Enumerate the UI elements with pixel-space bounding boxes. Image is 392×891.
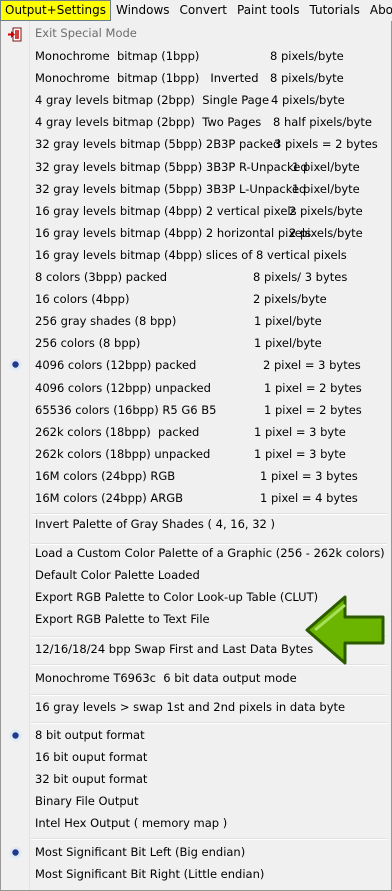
format-item[interactable]: 16M colors (24bpp) ARGB 1 pixel = 4 bytes bbox=[35, 488, 358, 508]
swap-first-last-item[interactable]: 12/16/18/24 bpp Swap First and Last Data… bbox=[35, 639, 313, 659]
format-item[interactable]: 32 gray levels bitmap (5bpp) 3B3P R-Unpa… bbox=[35, 157, 360, 177]
format-item[interactable]: 16M colors (24bpp) RGB 1 pixel = 3 bytes bbox=[35, 466, 358, 486]
format-bytes-info: 8 pixels/ 3 bytes bbox=[253, 270, 348, 284]
format-bytes-info: 8 half pixels/byte bbox=[273, 115, 372, 129]
menu-bar: Output+Settings Windows Convert Paint to… bbox=[0, 0, 392, 22]
format-bytes-info: 4 pixels/byte bbox=[271, 93, 345, 107]
format-bytes-info: 1 pixel = 3 byte bbox=[254, 425, 346, 439]
menu-tutorials[interactable]: Tutorials bbox=[304, 0, 364, 21]
format-bytes-info: 2 pixels/byte bbox=[289, 204, 363, 218]
format-label: 262k colors (18bpp) packed bbox=[35, 425, 200, 439]
format-item[interactable]: Monochrome bitmap (1bpp) 8 pixels/byte bbox=[35, 46, 344, 66]
format-item[interactable]: 262k colors (18bpp) unpacked 1 pixel = 3 … bbox=[35, 444, 346, 464]
separator bbox=[31, 838, 387, 840]
format-label: 65536 colors (16bpp) R5 G6 B5 bbox=[35, 403, 217, 417]
format-item[interactable]: 4096 colors (12bpp) packed 2 pixel = 3 by… bbox=[35, 355, 361, 375]
format-label: Monochrome bitmap (1bpp) bbox=[35, 49, 200, 63]
menu-icon-gutter bbox=[1, 21, 30, 890]
format-item[interactable]: 65536 colors (16bpp) R5 G6 B5 1 pixel = 2… bbox=[35, 400, 362, 420]
load-custom-palette-item[interactable]: Load a Custom Color Palette of a Graphic… bbox=[35, 543, 385, 563]
format-label: 16M colors (24bpp) ARGB bbox=[35, 491, 183, 505]
format-label: 4 gray levels bitmap (2bpp) Two Pages bbox=[35, 115, 262, 129]
format-bytes-info: 1 pixel/byte bbox=[254, 336, 322, 350]
format-label: Monochrome bitmap (1bpp) Inverted bbox=[35, 71, 259, 85]
format-label: 16 gray levels bitmap (4bpp) 2 horizonta… bbox=[35, 226, 312, 240]
format-bytes-info: 3 pixels = 2 bytes bbox=[274, 137, 378, 151]
export-clut-item[interactable]: Export RGB Palette to Color Look-up Tabl… bbox=[35, 587, 318, 607]
format-bytes-info: 1 pixel/byte bbox=[292, 160, 360, 174]
output-32bit-item[interactable]: 32 bit ouput format bbox=[35, 769, 147, 789]
intel-hex-output-item[interactable]: Intel Hex Output ( memory map ) bbox=[35, 813, 227, 833]
format-item[interactable]: 262k colors (18bpp) packed 1 pixel = 3 by… bbox=[35, 422, 346, 442]
format-item[interactable]: 4 gray levels bitmap (2bpp) Two Pages 8 h… bbox=[35, 112, 372, 132]
format-item[interactable]: 16 colors (4bpp) 2 pixels/byte bbox=[35, 289, 327, 309]
format-label: 16 gray levels bitmap (4bpp) slices of 8… bbox=[35, 248, 347, 262]
menu-about[interactable]: About bbox=[365, 0, 392, 21]
exit-special-mode-item[interactable]: Exit Special Mode bbox=[35, 23, 137, 43]
format-bytes-info: 1 pixel = 2 bytes bbox=[264, 381, 362, 395]
format-label: 32 gray levels bitmap (5bpp) 3B3P R-Unpa… bbox=[35, 160, 308, 174]
invert-palette-item[interactable]: Invert Palette of Gray Shades ( 4, 16, 3… bbox=[35, 514, 275, 534]
format-label: 16 colors (4bpp) bbox=[35, 292, 130, 306]
format-item[interactable]: 4 gray levels bitmap (2bpp) Single Page 4… bbox=[35, 90, 345, 110]
green-arrow-icon bbox=[305, 595, 385, 665]
default-palette-item[interactable]: Default Color Palette Loaded bbox=[35, 565, 200, 585]
radio-selected-icon bbox=[9, 358, 22, 371]
output-8bit-item[interactable]: 8 bit output format bbox=[35, 725, 145, 745]
format-label: 4 gray levels bitmap (2bpp) Single Page bbox=[35, 93, 270, 107]
format-bytes-info: 1 pixel/byte bbox=[292, 182, 360, 196]
format-label: 4096 colors (12bpp) unpacked bbox=[35, 381, 211, 395]
menu-output-settings[interactable]: Output+Settings bbox=[0, 0, 111, 21]
format-item[interactable]: 32 gray levels bitmap (5bpp) 2B3P packed… bbox=[35, 134, 378, 154]
separator bbox=[31, 694, 387, 696]
export-text-file-item[interactable]: Export RGB Palette to Text File bbox=[35, 609, 210, 629]
format-bytes-info: 1 pixel/byte bbox=[254, 314, 322, 328]
format-label: 16M colors (24bpp) RGB bbox=[35, 469, 176, 483]
menu-paint-tools[interactable]: Paint tools bbox=[232, 0, 304, 21]
format-bytes-info: 1 pixel = 3 byte bbox=[254, 447, 346, 461]
format-item[interactable]: 256 gray shades (8 bpp) 1 pixel/byte bbox=[35, 311, 322, 331]
format-item[interactable]: 16 gray levels bitmap (4bpp) 2 horizonta… bbox=[35, 223, 363, 243]
format-item[interactable]: 8 colors (3bpp) packed 8 pixels/ 3 bytes bbox=[35, 267, 347, 287]
format-bytes-info: 2 pixels/byte bbox=[253, 292, 327, 306]
format-bytes-info: 2 pixels/byte bbox=[289, 226, 363, 240]
binary-file-output-item[interactable]: Binary File Output bbox=[35, 791, 138, 811]
format-bytes-info: 2 pixel = 3 bytes bbox=[263, 358, 361, 372]
output-settings-dropdown: Exit Special Mode Monochrome bitmap (1bp… bbox=[0, 21, 392, 891]
format-bytes-info: 8 pixels/byte bbox=[270, 49, 344, 63]
format-label: 32 gray levels bitmap (5bpp) 2B3P packed bbox=[35, 137, 281, 151]
format-label: 256 colors (8 bpp) bbox=[35, 336, 141, 350]
output-16bit-item[interactable]: 16 bit ouput format bbox=[35, 747, 147, 767]
format-bytes-info: 8 pixels/byte bbox=[270, 71, 344, 85]
format-label: 32 gray levels bitmap (5bpp) 3B3P L-Unpa… bbox=[35, 182, 307, 196]
exit-icon bbox=[8, 27, 22, 42]
radio-selected-icon bbox=[9, 846, 22, 859]
format-item[interactable]: 16 gray levels bitmap (4bpp) 2 vertical … bbox=[35, 201, 363, 221]
format-item[interactable]: Monochrome bitmap (1bpp) Inverted 8 pixel… bbox=[35, 68, 344, 88]
menu-windows[interactable]: Windows bbox=[111, 0, 175, 21]
format-label: 256 gray shades (8 bpp) bbox=[35, 314, 177, 328]
format-label: 16 gray levels bitmap (4bpp) 2 vertical … bbox=[35, 204, 297, 218]
format-bytes-info: 1 pixel = 4 bytes bbox=[260, 491, 358, 505]
msb-right-item[interactable]: Most Significant Bit Right (Little endia… bbox=[35, 864, 264, 884]
format-label: 8 colors (3bpp) packed bbox=[35, 270, 168, 284]
gray-swap-item[interactable]: 16 gray levels > swap 1st and 2nd pixels… bbox=[35, 697, 345, 717]
format-bytes-info: 1 pixel = 3 bytes bbox=[260, 469, 358, 483]
separator bbox=[31, 722, 387, 724]
format-label: 4096 colors (12bpp) packed bbox=[35, 358, 197, 372]
format-item[interactable]: 32 gray levels bitmap (5bpp) 3B3P L-Unpa… bbox=[35, 179, 360, 199]
t6963c-mode-item[interactable]: Monochrome T6963c 6 bit data output mode bbox=[35, 668, 297, 688]
format-item[interactable]: 256 colors (8 bpp) 1 pixel/byte bbox=[35, 333, 322, 353]
msb-left-item[interactable]: Most Significant Bit Left (Big endian) bbox=[35, 842, 245, 862]
format-item[interactable]: 16 gray levels bitmap (4bpp) slices of 8… bbox=[35, 245, 347, 265]
radio-selected-icon bbox=[9, 729, 22, 742]
format-bytes-info: 1 pixel = 2 bytes bbox=[264, 403, 362, 417]
format-label: 262k colors (18bpp) unpacked bbox=[35, 447, 211, 461]
format-item[interactable]: 4096 colors (12bpp) unpacked 1 pixel = 2 … bbox=[35, 378, 362, 398]
menu-convert[interactable]: Convert bbox=[175, 0, 232, 21]
